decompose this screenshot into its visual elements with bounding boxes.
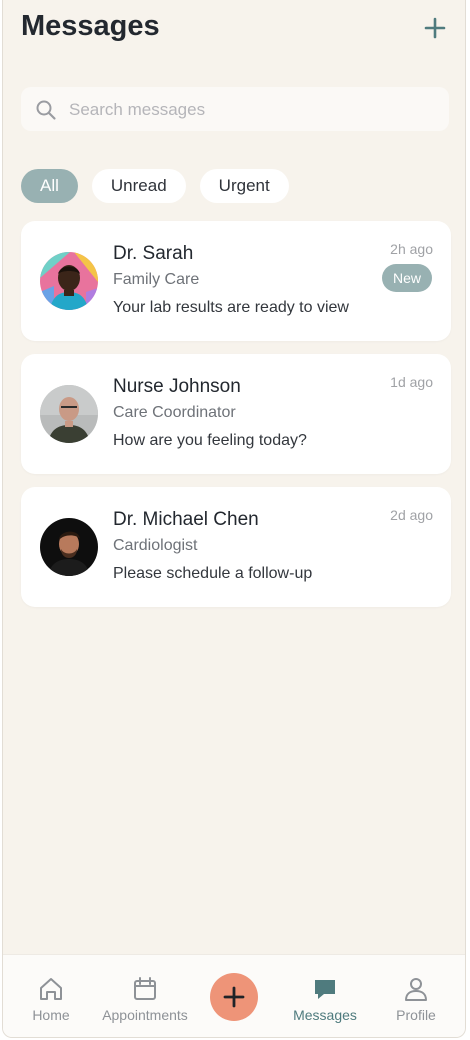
header: Messages [21,8,447,48]
sender-name: Dr. Sarah [113,243,194,264]
message-preview: Please schedule a follow-up [113,565,313,582]
tab-messages[interactable]: Messages [275,975,375,1023]
compose-button[interactable] [210,973,258,1021]
sender-role: Care Coordinator [113,404,236,421]
tab-messages-label: Messages [293,1007,357,1023]
tab-home[interactable]: Home [3,975,101,1023]
sender-role: Cardiologist [113,537,198,554]
filter-all[interactable]: All [21,169,78,203]
message-preview: How are you feeling today? [113,432,307,449]
avatar [40,518,98,576]
message-item[interactable]: Nurse Johnson Care Coordinator How are y… [21,354,451,474]
calendar-icon [134,977,156,1000]
search-icon [36,100,56,120]
new-message-button[interactable] [423,16,447,40]
message-item[interactable]: Dr. Michael Chen Cardiologist Please sch… [21,487,451,607]
tab-profile[interactable]: Profile [366,975,465,1023]
tab-home-label: Home [32,1007,70,1023]
avatar [40,252,98,310]
chat-bubble-icon [315,980,335,999]
tab-appointments[interactable]: Appointments [95,975,195,1023]
avatar [40,385,98,443]
plus-icon [424,17,446,39]
message-time: 2h ago [390,241,433,257]
message-time: 2d ago [390,507,433,523]
new-badge: New [381,264,432,292]
user-icon [405,978,427,1001]
page-title: Messages [21,10,160,42]
message-time: 1d ago [390,374,433,390]
search-bar [21,87,449,133]
filter-chips: All Unread Urgent [21,169,289,203]
message-item[interactable]: Dr. Sarah Family Care Your lab results a… [21,221,451,341]
filter-urgent[interactable]: Urgent [199,169,289,203]
sender-name: Nurse Johnson [113,376,241,397]
sender-name: Dr. Michael Chen [113,509,259,530]
message-preview: Your lab results are ready to view [113,299,349,316]
filter-unread[interactable]: Unread [91,169,186,203]
bottom-tab-bar: Home Appointments Messages Profile [3,954,465,1037]
plus-icon [223,986,245,1008]
sender-role: Family Care [113,271,200,288]
messages-screen: Messages All Unread Urgent [2,0,466,1038]
home-icon [40,978,62,1000]
search-input[interactable] [67,87,431,133]
tab-profile-label: Profile [396,1007,436,1023]
tab-appointments-label: Appointments [102,1007,188,1023]
